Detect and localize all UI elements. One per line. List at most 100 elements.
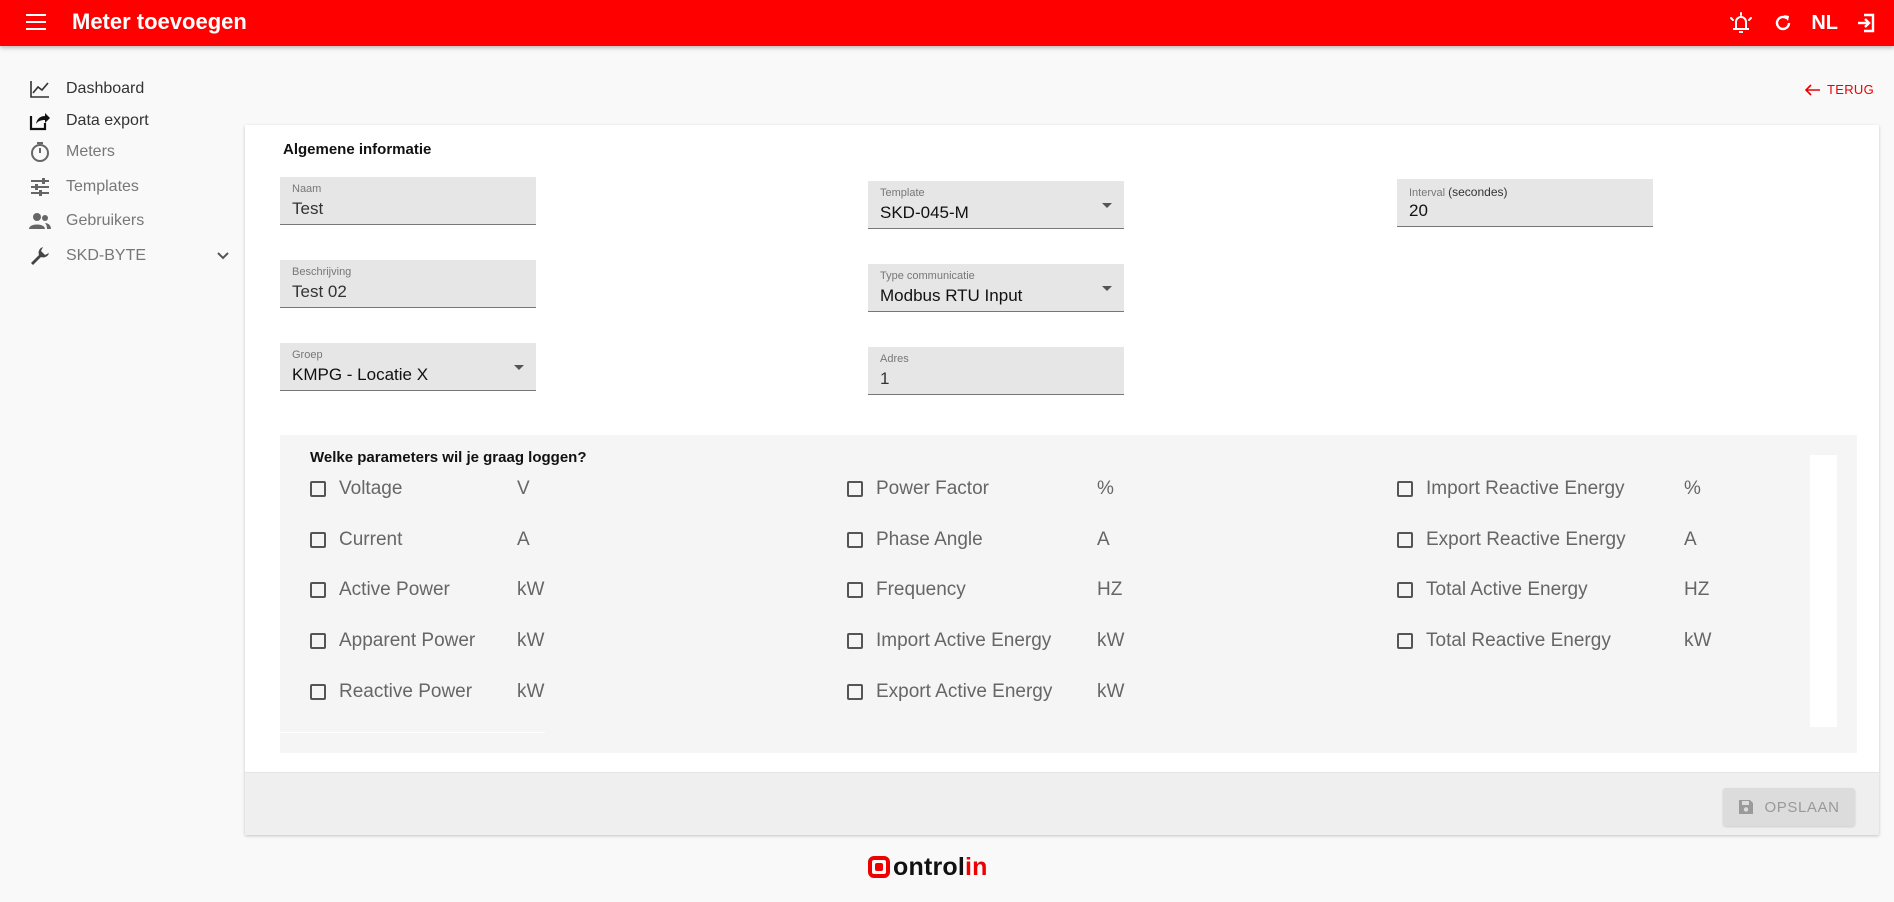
sidebar-item-gebruikers[interactable]: Gebruikers	[0, 206, 240, 236]
param-name: Phase Angle	[876, 529, 983, 550]
field-label-suffix: (secondes)	[1448, 185, 1508, 199]
param-name: Export Active Energy	[876, 681, 1053, 702]
groep-select[interactable]: Groep KMPG - Locatie X	[280, 343, 536, 391]
field-value: 20	[1409, 201, 1428, 220]
checkbox[interactable]	[847, 532, 863, 548]
param-unit: A	[517, 529, 530, 550]
sidebar: Dashboard Data export Meters Templates G…	[0, 72, 240, 276]
param-import-reactive-energy[interactable]: Import Reactive Energy %	[1397, 476, 1701, 502]
timer-icon	[28, 141, 52, 163]
chart-line-icon	[28, 78, 52, 100]
logo-mark-icon	[868, 856, 890, 878]
logout-icon[interactable]	[1856, 13, 1876, 33]
wrench-icon	[28, 245, 52, 267]
sidebar-item-label: Dashboard	[66, 80, 145, 97]
checkbox[interactable]	[310, 481, 326, 497]
sidebar-item-data-export[interactable]: Data export	[0, 106, 240, 136]
field-value: 1	[880, 369, 890, 388]
users-icon	[28, 210, 52, 232]
param-frequency[interactable]: Frequency HZ	[847, 577, 1122, 603]
param-name: Export Reactive Energy	[1426, 529, 1626, 550]
param-name: Import Reactive Energy	[1426, 478, 1625, 499]
page-title: Meter toevoegen	[72, 9, 247, 34]
param-export-active-energy[interactable]: Export Active Energy kW	[847, 679, 1124, 705]
field-value: Test 02	[292, 282, 347, 301]
arrow-left-icon	[1805, 83, 1820, 96]
checkbox[interactable]	[310, 582, 326, 598]
param-unit: HZ	[1684, 579, 1710, 600]
sidebar-item-dashboard[interactable]: Dashboard	[0, 72, 240, 106]
param-unit: kW	[1684, 630, 1712, 651]
checkbox[interactable]	[847, 582, 863, 598]
param-unit: kW	[517, 630, 545, 651]
param-active-power[interactable]: Active Power kW	[310, 577, 544, 603]
field-label: Beschrijving	[292, 266, 352, 278]
sidebar-item-templates[interactable]: Templates	[0, 168, 240, 206]
param-name: Frequency	[876, 579, 966, 600]
param-name: Total Reactive Energy	[1426, 630, 1611, 651]
param-name: Import Active Energy	[876, 630, 1052, 651]
checkbox[interactable]	[847, 684, 863, 700]
param-name: Apparent Power	[339, 630, 476, 651]
refresh-icon[interactable]	[1773, 13, 1793, 33]
interval-field[interactable]: Interval (secondes) 20	[1397, 179, 1653, 227]
param-phase-angle[interactable]: Phase Angle A	[847, 527, 1110, 553]
checkbox[interactable]	[310, 633, 326, 649]
save-icon	[1739, 800, 1754, 814]
checkbox[interactable]	[847, 633, 863, 649]
checkbox[interactable]	[1397, 481, 1413, 497]
beschrijving-field[interactable]: Beschrijving Test 02	[280, 260, 536, 308]
param-power-factor[interactable]: Power Factor %	[847, 476, 1114, 502]
param-current[interactable]: Current A	[310, 527, 530, 553]
dropdown-arrow-icon	[1102, 203, 1112, 208]
menu-icon[interactable]	[26, 14, 46, 30]
param-voltage[interactable]: Voltage V	[310, 476, 530, 502]
naam-field[interactable]: Naam Test	[280, 177, 536, 225]
param-apparent-power[interactable]: Apparent Power kW	[310, 628, 544, 654]
param-total-reactive-energy[interactable]: Total Reactive Energy kW	[1397, 628, 1711, 654]
param-export-reactive-energy[interactable]: Export Reactive Energy A	[1397, 527, 1697, 553]
field-value: Modbus RTU Input	[880, 286, 1023, 305]
sidebar-item-skd-byte[interactable]: SKD-BYTE	[0, 236, 240, 276]
checkbox[interactable]	[310, 532, 326, 548]
parameters-panel: Welke parameters wil je graag loggen? Vo…	[280, 435, 1857, 753]
section-title: Algemene informatie	[283, 141, 432, 158]
checkbox[interactable]	[1397, 532, 1413, 548]
app-bar: Meter toevoegen NL	[0, 0, 1894, 46]
checkbox[interactable]	[1397, 582, 1413, 598]
param-unit: %	[1097, 478, 1114, 499]
param-name: Reactive Power	[339, 681, 473, 702]
back-label: TERUG	[1827, 82, 1874, 97]
param-total-active-energy[interactable]: Total Active Energy HZ	[1397, 577, 1709, 603]
divider	[280, 732, 545, 733]
param-import-active-energy[interactable]: Import Active Energy kW	[847, 628, 1124, 654]
field-label: Interval (secondes)	[1409, 185, 1508, 199]
adres-field[interactable]: Adres 1	[868, 347, 1124, 395]
param-reactive-power[interactable]: Reactive Power kW	[310, 679, 544, 705]
sidebar-item-label: Gebruikers	[66, 212, 145, 229]
field-label: Groep	[292, 349, 323, 361]
sidebar-item-meters[interactable]: Meters	[0, 136, 240, 168]
param-name: Power Factor	[876, 478, 989, 499]
tune-icon	[28, 176, 52, 198]
template-select[interactable]: Template SKD-045-M	[868, 181, 1124, 229]
checkbox[interactable]	[1397, 633, 1413, 649]
sidebar-item-label: Templates	[66, 178, 139, 195]
field-value: KMPG - Locatie X	[292, 365, 429, 384]
param-name: Current	[339, 529, 403, 550]
type-communicatie-select[interactable]: Type communicatie Modbus RTU Input	[868, 264, 1124, 312]
checkbox[interactable]	[847, 481, 863, 497]
param-unit: kW	[1097, 630, 1125, 651]
language-switch[interactable]: NL	[1811, 12, 1838, 35]
parameters-scroll-area	[1810, 455, 1837, 727]
param-name: Active Power	[339, 579, 450, 600]
save-button[interactable]: OPSLAAN	[1723, 788, 1855, 826]
param-unit: %	[1684, 478, 1701, 499]
chevron-down-icon	[216, 249, 230, 268]
back-button[interactable]: TERUG	[1805, 82, 1874, 97]
field-value: SKD-045-M	[880, 203, 969, 222]
checkbox[interactable]	[310, 684, 326, 700]
sidebar-item-label: SKD-BYTE	[66, 247, 147, 264]
alarm-icon[interactable]	[1727, 12, 1755, 34]
param-name: Voltage	[339, 478, 403, 499]
